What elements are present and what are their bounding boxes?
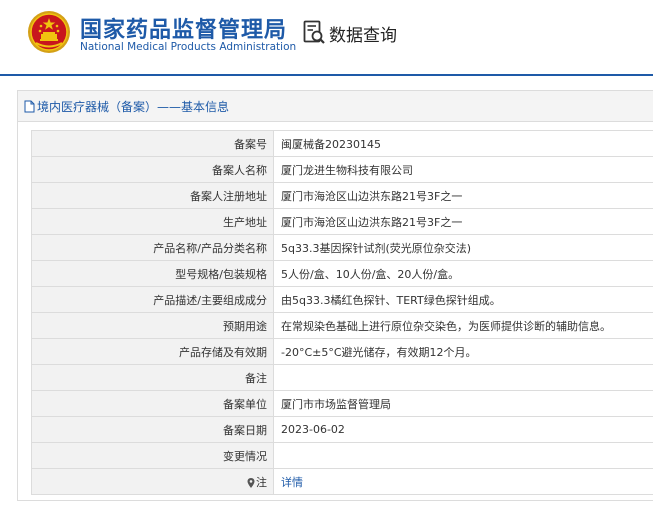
details-link[interactable]: 详情 [281, 476, 303, 489]
row-value [273, 442, 653, 469]
note-label-cell: 注 [31, 468, 274, 495]
row-value: 5人份/盒、10人份/盒、20人份/盒。 [273, 260, 653, 287]
row-value: 厦门市海沧区山边洪东路21号3F之一 [273, 208, 653, 235]
table-row: 生产地址 厦门市海沧区山边洪东路21号3F之一 [31, 208, 653, 235]
site-title: 国家药品监督管理局 [80, 18, 288, 43]
site-header: 国家药品监督管理局 National Medical Products Admi… [0, 0, 653, 76]
table-row: 备案号 闽厦械备20230145 [31, 130, 653, 157]
data-query-link[interactable]: 数据查询 [303, 20, 397, 46]
national-emblem-icon [28, 11, 70, 53]
row-label: 备案人注册地址 [31, 182, 274, 209]
table-row: 型号规格/包装规格 5人份/盒、10人份/盒、20人份/盒。 [31, 260, 653, 287]
table-row: 变更情况 [31, 442, 653, 469]
table-row: 产品名称/产品分类名称 5q33.3基因探针试剂(荧光原位杂交法) [31, 234, 653, 261]
row-value: 由5q33.3橘红色探针、TERT绿色探针组成。 [273, 286, 653, 313]
detail-panel: 境内医疗器械（备案）——基本信息 备案号 闽厦械备20230145 备案人名称 … [17, 90, 653, 501]
table-row: 备案日期 2023-06-02 [31, 416, 653, 443]
row-label: 备案单位 [31, 390, 274, 417]
search-document-icon [303, 20, 325, 44]
site-subtitle: National Medical Products Administration [80, 41, 297, 53]
row-label: 备案号 [31, 130, 274, 157]
row-value: 详情 [273, 468, 653, 495]
row-label: 预期用途 [31, 312, 274, 339]
table-row: 备案单位 厦门市市场监督管理局 [31, 390, 653, 417]
row-label: 型号规格/包装规格 [31, 260, 274, 287]
row-value: 厦门龙进生物科技有限公司 [273, 156, 653, 183]
row-label: 注 [256, 475, 267, 489]
row-value [273, 364, 653, 391]
row-value: 厦门市市场监督管理局 [273, 390, 653, 417]
table-row: 注 详情 [31, 468, 653, 495]
data-query-label: 数据查询 [329, 25, 397, 46]
table-row: 备案人注册地址 厦门市海沧区山边洪东路21号3F之一 [31, 182, 653, 209]
row-label: 变更情况 [31, 442, 274, 469]
table-row: 备案人名称 厦门龙进生物科技有限公司 [31, 156, 653, 183]
row-value: 闽厦械备20230145 [273, 130, 653, 157]
table-row: 产品存储及有效期 -20°C±5°C避光储存，有效期12个月。 [31, 338, 653, 365]
table-row: 预期用途 在常规染色基础上进行原位杂交染色，为医师提供诊断的辅助信息。 [31, 312, 653, 339]
row-label: 备注 [31, 364, 274, 391]
document-icon [24, 100, 35, 112]
row-value: 2023-06-02 [273, 416, 653, 443]
row-label: 备案日期 [31, 416, 274, 443]
panel-header: 境内医疗器械（备案）——基本信息 [18, 91, 653, 122]
row-label: 产品存储及有效期 [31, 338, 274, 365]
row-value: -20°C±5°C避光储存，有效期12个月。 [273, 338, 653, 365]
location-pin-icon [247, 477, 255, 488]
row-label: 备案人名称 [31, 156, 274, 183]
row-label: 生产地址 [31, 208, 274, 235]
table-row: 备注 [31, 364, 653, 391]
info-table: 备案号 闽厦械备20230145 备案人名称 厦门龙进生物科技有限公司 备案人注… [31, 130, 653, 495]
row-value: 厦门市海沧区山边洪东路21号3F之一 [273, 182, 653, 209]
row-label: 产品名称/产品分类名称 [31, 234, 274, 261]
table-row: 产品描述/主要组成成分 由5q33.3橘红色探针、TERT绿色探针组成。 [31, 286, 653, 313]
row-value: 在常规染色基础上进行原位杂交染色，为医师提供诊断的辅助信息。 [273, 312, 653, 339]
panel-title: 境内医疗器械（备案）——基本信息 [37, 99, 230, 114]
row-label: 产品描述/主要组成成分 [31, 286, 274, 313]
row-value: 5q33.3基因探针试剂(荧光原位杂交法) [273, 234, 653, 261]
header-divider [0, 74, 653, 76]
